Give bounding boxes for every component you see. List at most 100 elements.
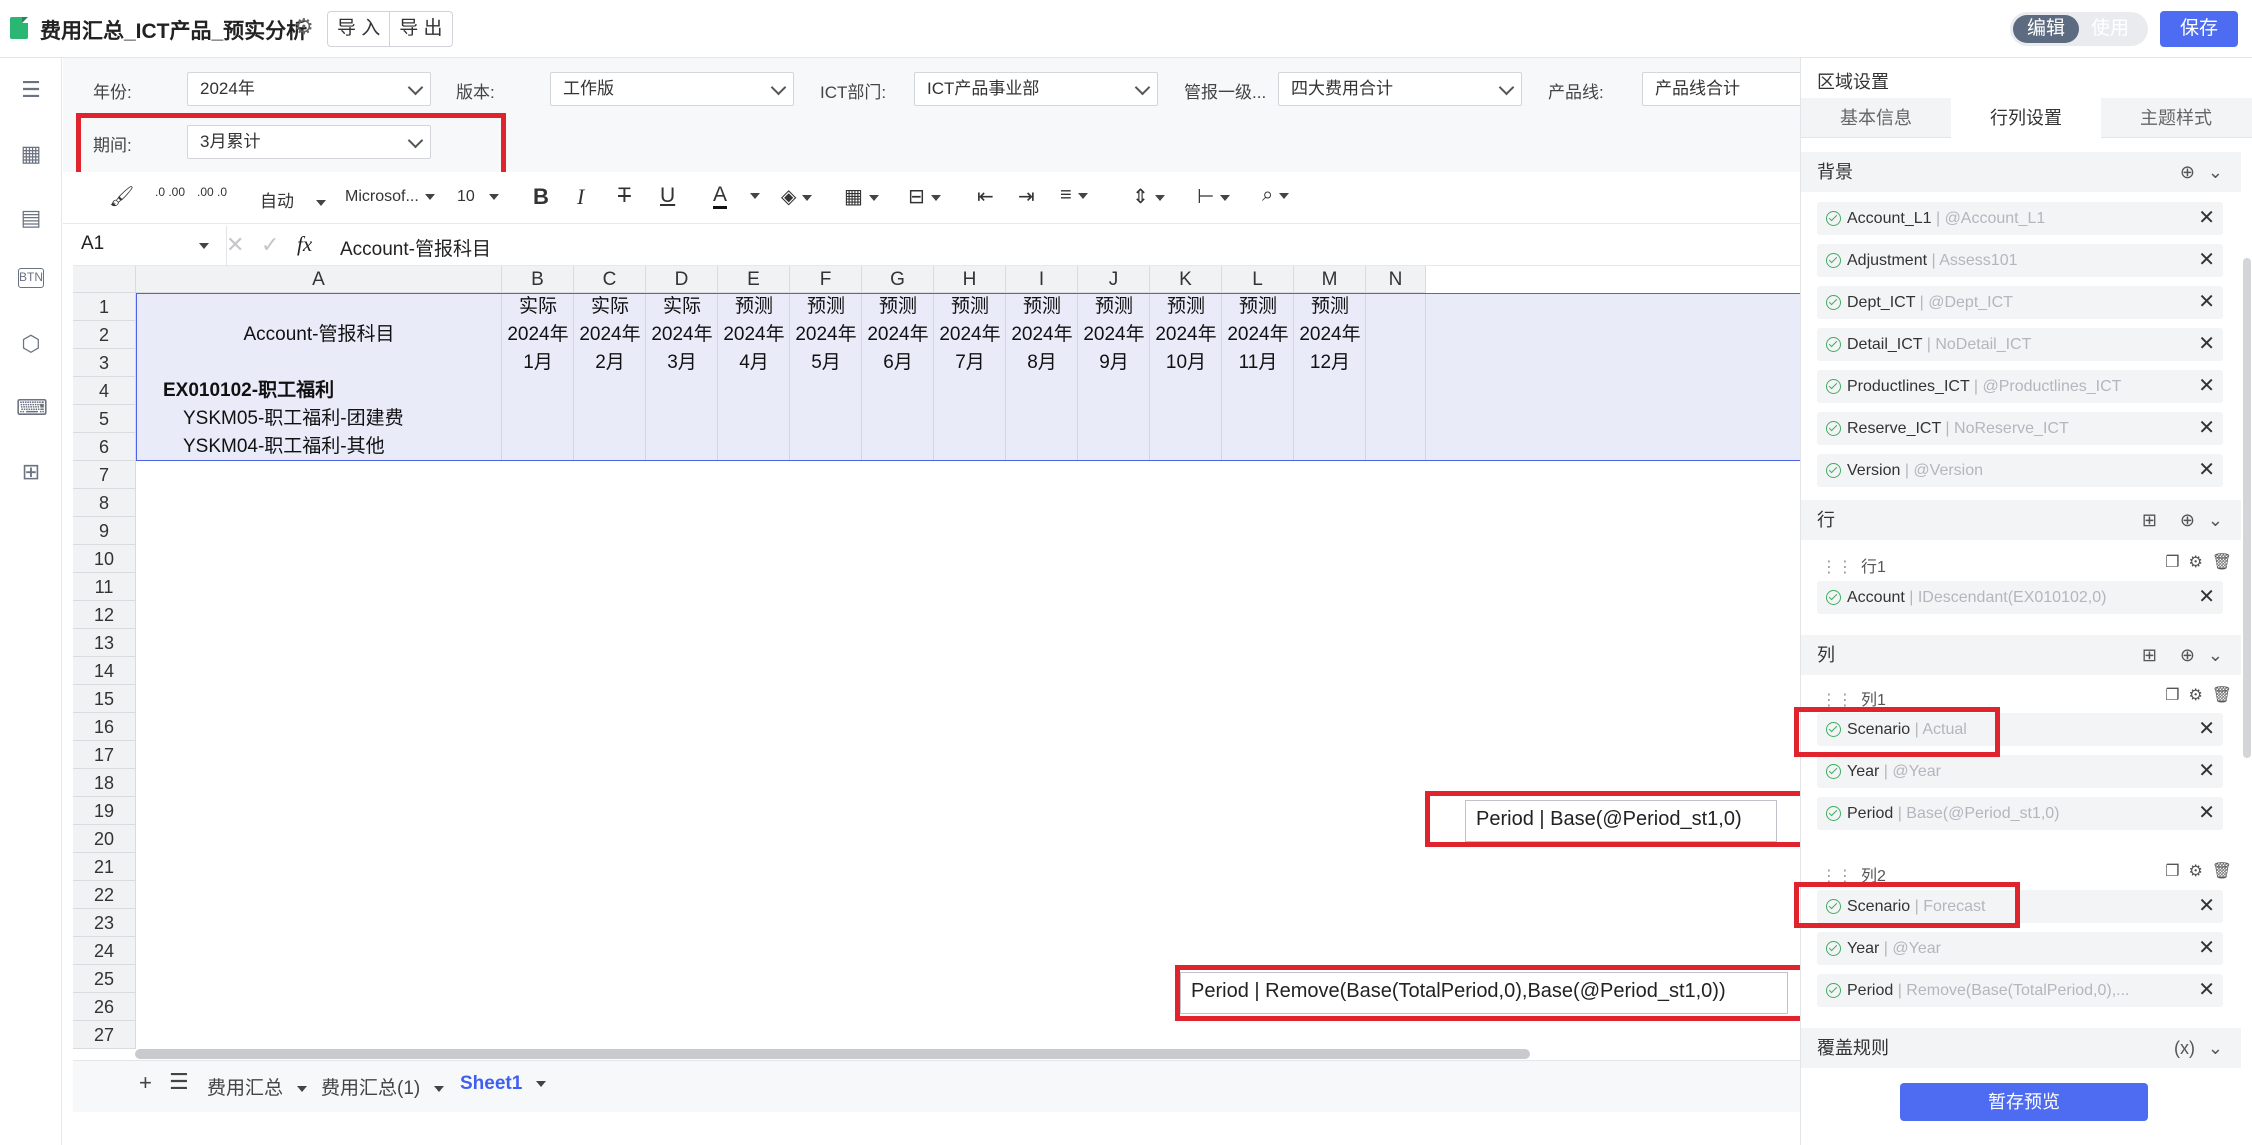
close-icon[interactable]: ✕ bbox=[2198, 412, 2215, 445]
row-header[interactable]: 2 bbox=[73, 321, 136, 349]
header-cell[interactable]: 2月 bbox=[574, 349, 646, 377]
dimension-item[interactable]: Year | @Year ✕ bbox=[1817, 932, 2223, 965]
pline-select[interactable]: 产品线合计 bbox=[1642, 72, 1803, 106]
header-cell[interactable]: 12月 bbox=[1294, 349, 1366, 377]
row-dimension-item[interactable]: Account | IDescendant(EX010102,0) ✕ bbox=[1817, 581, 2223, 614]
header-cell[interactable]: 实际 bbox=[574, 293, 646, 321]
header-cell[interactable]: 11月 bbox=[1222, 349, 1294, 377]
close-icon[interactable]: ✕ bbox=[2198, 286, 2215, 319]
tab-row-col-settings[interactable]: 行列设置 bbox=[1951, 98, 2101, 138]
add-dimension-icon[interactable]: ⊕ bbox=[2180, 500, 2195, 540]
header-cell[interactable]: 6月 bbox=[862, 349, 934, 377]
add-sheet-icon[interactable]: + bbox=[139, 1070, 152, 1096]
header-cell[interactable]: 8月 bbox=[1006, 349, 1078, 377]
row-header[interactable]: 12 bbox=[73, 601, 136, 629]
sheet-tab[interactable]: 费用汇总 bbox=[207, 1073, 308, 1100]
mgmt-select[interactable]: 四大费用合计 bbox=[1278, 72, 1522, 106]
header-cell[interactable]: 实际 bbox=[502, 293, 574, 321]
close-icon[interactable]: ✕ bbox=[2198, 370, 2215, 403]
column-header[interactable]: H bbox=[934, 266, 1006, 293]
close-icon[interactable]: ✕ bbox=[2198, 713, 2215, 746]
save-preview-button[interactable]: 暂存预览 bbox=[1900, 1083, 2148, 1121]
row-label[interactable]: EX010102-职工福利 bbox=[163, 377, 334, 405]
column-header[interactable]: F bbox=[790, 266, 862, 293]
increase-decimal-icon[interactable]: .0 .00 bbox=[155, 186, 185, 198]
background-section-header[interactable]: 背景 ⊕ ⌄ bbox=[1801, 152, 2241, 192]
col-group-actions[interactable]: ❐ ⚙ 🗑 bbox=[2165, 685, 2232, 705]
header-cell[interactable]: 预测 bbox=[862, 293, 934, 321]
number-format-select[interactable]: 自动 bbox=[260, 187, 326, 212]
column-header[interactable]: M bbox=[1294, 266, 1366, 293]
row-header[interactable]: 19 bbox=[73, 797, 136, 825]
row-header[interactable]: 25 bbox=[73, 965, 136, 993]
close-icon[interactable]: ✕ bbox=[2198, 244, 2215, 277]
close-icon[interactable]: ✕ bbox=[2198, 932, 2215, 965]
chevron-down-icon[interactable]: ⌄ bbox=[2208, 635, 2223, 675]
column-header[interactable]: K bbox=[1150, 266, 1222, 293]
columns-section-header[interactable]: 列 ⊞ ⊕ ⌄ bbox=[1801, 635, 2241, 675]
chevron-down-icon[interactable]: ⌄ bbox=[2208, 1028, 2223, 1068]
header-cell[interactable]: 2024年 bbox=[574, 321, 646, 349]
row-header[interactable]: 22 bbox=[73, 881, 136, 909]
column-header[interactable]: N bbox=[1366, 266, 1426, 293]
row-header[interactable]: 8 bbox=[73, 489, 136, 517]
header-cell[interactable]: 预测 bbox=[1078, 293, 1150, 321]
header-cell[interactable]: 预测 bbox=[1150, 293, 1222, 321]
row-label[interactable]: YSKM05-职工福利-团建费 bbox=[183, 405, 404, 433]
font-size-select[interactable]: 10 bbox=[457, 188, 499, 206]
header-cell[interactable]: 4月 bbox=[718, 349, 790, 377]
gear-icon[interactable]: ⚙ bbox=[294, 14, 314, 40]
cell-ref-box[interactable]: A1 bbox=[81, 233, 221, 255]
close-icon[interactable]: ✕ bbox=[2198, 797, 2215, 830]
mode-toggle[interactable]: 编辑 使用 bbox=[2010, 12, 2148, 46]
header-cell[interactable]: 2024年 bbox=[790, 321, 862, 349]
dimension-item[interactable]: Reserve_ICT | NoReserve_ICT ✕ bbox=[1817, 412, 2223, 445]
horizontal-scrollbar[interactable] bbox=[135, 1049, 1530, 1059]
header-cell[interactable]: 5月 bbox=[790, 349, 862, 377]
row-header[interactable]: 5 bbox=[73, 405, 136, 433]
row-header[interactable]: 26 bbox=[73, 993, 136, 1021]
row-header[interactable]: 18 bbox=[73, 769, 136, 797]
header-cell[interactable]: Account-管报科目 bbox=[136, 293, 502, 377]
grid-icon[interactable]: ▦ bbox=[16, 140, 46, 168]
row-header[interactable]: 27 bbox=[73, 1021, 136, 1049]
row-header[interactable]: 16 bbox=[73, 713, 136, 741]
strikethrough-icon[interactable]: T bbox=[618, 184, 631, 208]
header-cell[interactable]: 2024年 bbox=[1222, 321, 1294, 349]
header-cell[interactable]: 预测 bbox=[718, 293, 790, 321]
row-header[interactable]: 20 bbox=[73, 825, 136, 853]
chevron-down-icon[interactable]: ⌄ bbox=[2208, 500, 2223, 540]
version-select[interactable]: 工作版 bbox=[550, 72, 794, 106]
row-group-label[interactable]: ⋮⋮ 行1 bbox=[1821, 553, 1886, 577]
column-header[interactable]: E bbox=[718, 266, 790, 293]
header-cell[interactable]: 2024年 bbox=[502, 321, 574, 349]
add-row-icon[interactable]: ⊞ bbox=[2142, 500, 2157, 540]
row-header[interactable]: 11 bbox=[73, 573, 136, 601]
column-header[interactable]: A bbox=[136, 266, 502, 293]
row-header[interactable]: 13 bbox=[73, 629, 136, 657]
vertical-align-icon[interactable]: ⇕ bbox=[1132, 184, 1165, 209]
confirm-edit-icon[interactable]: ✓ bbox=[261, 232, 279, 258]
add-dimension-icon[interactable]: ⊕ bbox=[2180, 635, 2195, 675]
variable-icon[interactable]: (x) bbox=[2174, 1028, 2195, 1068]
tab-basic-info[interactable]: 基本信息 bbox=[1801, 98, 1951, 138]
code-icon[interactable]: ⌨ bbox=[16, 394, 48, 422]
dimension-item[interactable]: Productlines_ICT | @Productlines_ICT ✕ bbox=[1817, 370, 2223, 403]
js-icon[interactable]: ⬡ bbox=[16, 330, 46, 358]
column-header[interactable]: B bbox=[502, 266, 574, 293]
row-header[interactable]: 6 bbox=[73, 433, 136, 461]
header-cell[interactable]: 10月 bbox=[1150, 349, 1222, 377]
close-icon[interactable]: ✕ bbox=[2198, 328, 2215, 361]
header-cell[interactable]: 实际 bbox=[646, 293, 718, 321]
header-cell[interactable]: 预测 bbox=[1006, 293, 1078, 321]
row-header[interactable]: 23 bbox=[73, 909, 136, 937]
header-cell[interactable]: 2024年 bbox=[1006, 321, 1078, 349]
header-cell[interactable]: 预测 bbox=[790, 293, 862, 321]
row-header[interactable]: 4 bbox=[73, 377, 136, 405]
column-width-icon[interactable]: ⊢ bbox=[1197, 184, 1231, 209]
row-header[interactable]: 9 bbox=[73, 517, 136, 545]
dimension-item[interactable]: Version | @Version ✕ bbox=[1817, 454, 2223, 487]
dimension-item[interactable]: Period | Base(@Period_st1,0) ✕ bbox=[1817, 797, 2223, 830]
font-select[interactable]: Microsof... bbox=[345, 188, 435, 206]
tree-icon[interactable]: ☰ bbox=[16, 76, 46, 104]
